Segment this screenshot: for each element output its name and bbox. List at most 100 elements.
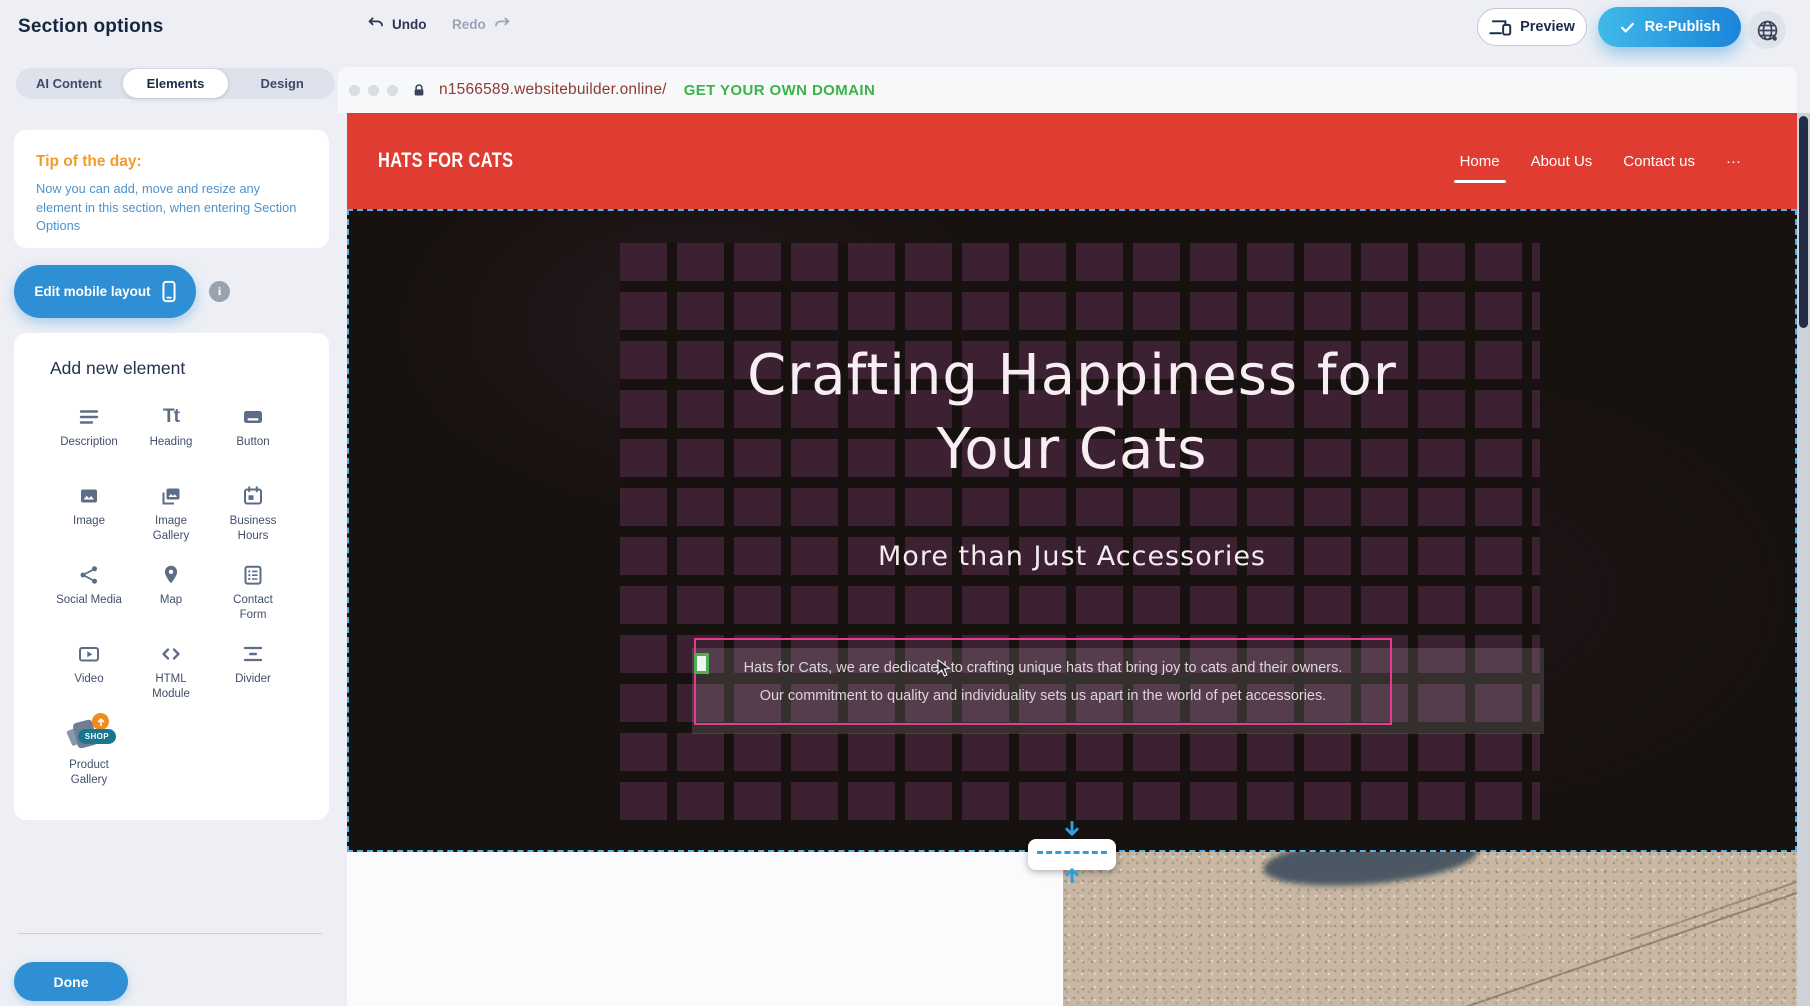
resize-dash-line: [1037, 851, 1107, 854]
tile-seam: [1436, 860, 1797, 1006]
element-item-contact-form[interactable]: Contact Form: [212, 553, 294, 632]
edit-mobile-layout-button[interactable]: Edit mobile layout: [14, 265, 196, 318]
browser-dots: [349, 85, 398, 96]
globe-icon: [1755, 18, 1780, 43]
hero-body-line: Our commitment to quality and individual…: [696, 682, 1390, 710]
element-label: Map: [160, 593, 182, 608]
next-section-background: [347, 852, 1063, 1006]
get-domain-link[interactable]: GET YOUR OWN DOMAIN: [684, 82, 876, 99]
preview-label: Preview: [1520, 19, 1575, 35]
element-item-divider[interactable]: Divider: [212, 632, 294, 711]
element-grid: Description Tt Heading Button Image Imag…: [48, 395, 298, 790]
nav-about-us[interactable]: About Us: [1531, 153, 1593, 170]
element-item-image[interactable]: Image: [48, 474, 130, 553]
element-item-video[interactable]: Video: [48, 632, 130, 711]
browser-dot: [349, 85, 360, 96]
tile-seam: [1630, 854, 1797, 941]
element-label: Image Gallery: [139, 514, 203, 544]
site-nav: Home About Us Contact us ···: [1460, 153, 1741, 170]
app-window: Section options AI Content Elements Desi…: [0, 0, 1810, 1006]
element-item-social-media[interactable]: Social Media: [48, 553, 130, 632]
preview-button[interactable]: Preview: [1477, 8, 1587, 46]
section-options-sidebar: Section options AI Content Elements Desi…: [0, 0, 351, 1006]
element-label: Contact Form: [221, 593, 285, 623]
hero-body-line: Hats for Cats, we are dedicated to craft…: [696, 654, 1390, 682]
element-item-description[interactable]: Description: [48, 395, 130, 474]
element-item-html-module[interactable]: HTML Module: [130, 632, 212, 711]
nav-home[interactable]: Home: [1460, 153, 1500, 170]
map-pin-icon: [158, 558, 184, 591]
hero-heading[interactable]: Crafting Happiness for Your Cats: [682, 339, 1462, 487]
site-logo: HATS FOR CATS: [378, 149, 514, 173]
element-label: Product Gallery: [57, 758, 121, 788]
site-url: n1566589.websitebuilder.online/: [439, 81, 667, 99]
divider-icon: [240, 637, 266, 670]
tab-design[interactable]: Design: [229, 68, 335, 99]
nav-contact-us[interactable]: Contact us: [1623, 153, 1695, 170]
element-label: Business Hours: [221, 514, 285, 544]
add-new-element-card: Add new element Description Tt Heading B…: [14, 333, 329, 820]
redo-button[interactable]: Redo: [452, 15, 511, 33]
arrow-up-icon: [1064, 864, 1080, 888]
html-code-icon: [158, 637, 184, 670]
element-item-map[interactable]: Map: [130, 553, 212, 632]
element-label: Divider: [235, 672, 271, 687]
browser-dot: [387, 85, 398, 96]
add-new-element-title: Add new element: [50, 358, 185, 379]
browser-bar: n1566589.websitebuilder.online/ GET YOUR…: [338, 67, 1797, 113]
republish-button[interactable]: Re-Publish: [1598, 7, 1741, 47]
lock-icon: [412, 83, 426, 98]
edit-mobile-layout-label: Edit mobile layout: [34, 284, 150, 299]
panel-divider: [18, 933, 322, 934]
tab-elements[interactable]: Elements: [123, 69, 229, 98]
undo-label: Undo: [392, 17, 427, 32]
tip-body: Now you can add, move and resize any ele…: [36, 180, 307, 236]
language-globe-button[interactable]: [1748, 11, 1786, 49]
mouse-cursor: [937, 659, 952, 684]
hero-body-text: Hats for Cats, we are dedicated to craft…: [696, 654, 1390, 710]
element-label: Heading: [150, 435, 193, 450]
done-button[interactable]: Done: [14, 962, 128, 1001]
business-hours-icon: [240, 479, 266, 512]
heading-icon: Tt: [163, 400, 179, 433]
hero-section-selected[interactable]: Crafting Happiness for Your Cats More th…: [347, 209, 1797, 852]
element-item-product-gallery[interactable]: SHOP Product Gallery: [48, 711, 130, 790]
page-title: Section options: [18, 16, 164, 38]
element-item-image-gallery[interactable]: Image Gallery: [130, 474, 212, 553]
browser-dot: [368, 85, 379, 96]
product-gallery-icon: SHOP: [66, 716, 112, 756]
element-label: Description: [60, 435, 118, 450]
element-label: Image: [73, 514, 105, 529]
hero-text-box-selected[interactable]: Hats for Cats, we are dedicated to craft…: [694, 638, 1392, 725]
element-label: HTML Module: [139, 672, 203, 702]
phone-icon: [162, 280, 176, 303]
republish-label: Re-Publish: [1645, 19, 1721, 35]
tab-ai-content[interactable]: AI Content: [16, 68, 122, 99]
element-label: Social Media: [56, 593, 122, 608]
nav-more-menu[interactable]: ···: [1726, 153, 1741, 170]
section-resize-handle[interactable]: [1028, 839, 1116, 870]
scrollbar-thumb[interactable]: [1799, 116, 1808, 328]
button-icon: [240, 400, 266, 433]
image-gallery-icon: [158, 479, 184, 512]
scrollbar[interactable]: [1797, 113, 1810, 1006]
video-icon: [76, 637, 102, 670]
info-icon[interactable]: i: [209, 281, 230, 302]
social-media-icon: [76, 558, 102, 591]
element-item-heading[interactable]: Tt Heading: [130, 395, 212, 474]
image-icon: [76, 479, 102, 512]
contact-form-icon: [240, 558, 266, 591]
hero-subheading[interactable]: More than Just Accessories: [349, 541, 1795, 572]
element-item-business-hours[interactable]: Business Hours: [212, 474, 294, 553]
devices-icon: [1489, 18, 1512, 37]
tip-title: Tip of the day:: [36, 153, 307, 171]
element-label: Button: [236, 435, 269, 450]
floor-photo: [1063, 852, 1797, 1006]
panel-tab-bar: AI Content Elements Design: [16, 68, 335, 99]
tiles-backdrop: [620, 243, 1540, 831]
description-icon: [76, 400, 102, 433]
undo-button[interactable]: Undo: [367, 15, 427, 33]
element-item-button[interactable]: Button: [212, 395, 294, 474]
redo-label: Redo: [452, 17, 486, 32]
element-label: Video: [74, 672, 103, 687]
